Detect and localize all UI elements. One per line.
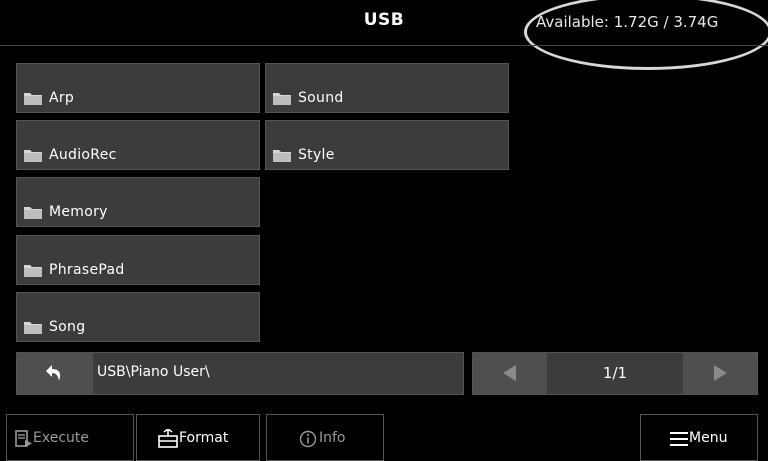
format-label: Format xyxy=(179,430,229,446)
info-button[interactable]: Info xyxy=(266,414,384,461)
folder-icon xyxy=(24,322,42,334)
folder-label: Sound xyxy=(298,90,344,106)
folder-icon xyxy=(273,93,291,105)
back-arrow-icon xyxy=(46,365,61,381)
execute-button[interactable]: Execute xyxy=(6,414,134,461)
folder-style[interactable]: Style xyxy=(265,120,509,170)
storage-available: Available: 1.72G / 3.74G xyxy=(536,13,719,31)
execute-icon xyxy=(15,430,32,447)
folder-icon xyxy=(24,265,42,277)
hamburger-menu-icon xyxy=(670,432,688,446)
folder-label: Song xyxy=(49,319,86,335)
header-bar: USB Available: 1.72G / 3.74G xyxy=(0,0,768,70)
folder-label: Style xyxy=(298,147,335,163)
pager: 1/1 xyxy=(472,352,758,395)
menu-button[interactable]: Menu xyxy=(640,414,758,461)
folder-audiorec[interactable]: AudioRec xyxy=(16,120,260,170)
folder-arp[interactable]: Arp xyxy=(16,63,260,113)
folder-label: Arp xyxy=(49,90,75,106)
format-button[interactable]: Format xyxy=(136,414,260,461)
header-divider xyxy=(0,45,768,46)
prev-page-button[interactable] xyxy=(473,353,547,394)
triangle-right-icon xyxy=(714,365,727,381)
folder-icon xyxy=(24,150,42,162)
folder-icon xyxy=(273,150,291,162)
folder-label: PhrasePad xyxy=(49,262,125,278)
format-icon xyxy=(158,429,178,448)
page-indicator: 1/1 xyxy=(602,364,628,382)
folder-icon xyxy=(24,93,42,105)
back-button[interactable] xyxy=(17,353,93,394)
folder-song[interactable]: Song xyxy=(16,292,260,342)
execute-label: Execute xyxy=(33,430,89,446)
path-bar: USB\Piano User\ xyxy=(16,352,464,395)
info-label: Info xyxy=(319,430,346,446)
folder-label: Memory xyxy=(49,204,108,220)
folder-sound[interactable]: Sound xyxy=(265,63,509,113)
triangle-left-icon xyxy=(503,365,516,381)
menu-label: Menu xyxy=(689,430,728,446)
folder-label: AudioRec xyxy=(49,147,117,163)
current-path: USB\Piano User\ xyxy=(97,364,210,380)
folder-phrasepad[interactable]: PhrasePad xyxy=(16,235,260,285)
folder-memory[interactable]: Memory xyxy=(16,177,260,227)
next-page-button[interactable] xyxy=(683,353,757,394)
folder-icon xyxy=(24,207,42,219)
info-icon xyxy=(299,430,317,448)
